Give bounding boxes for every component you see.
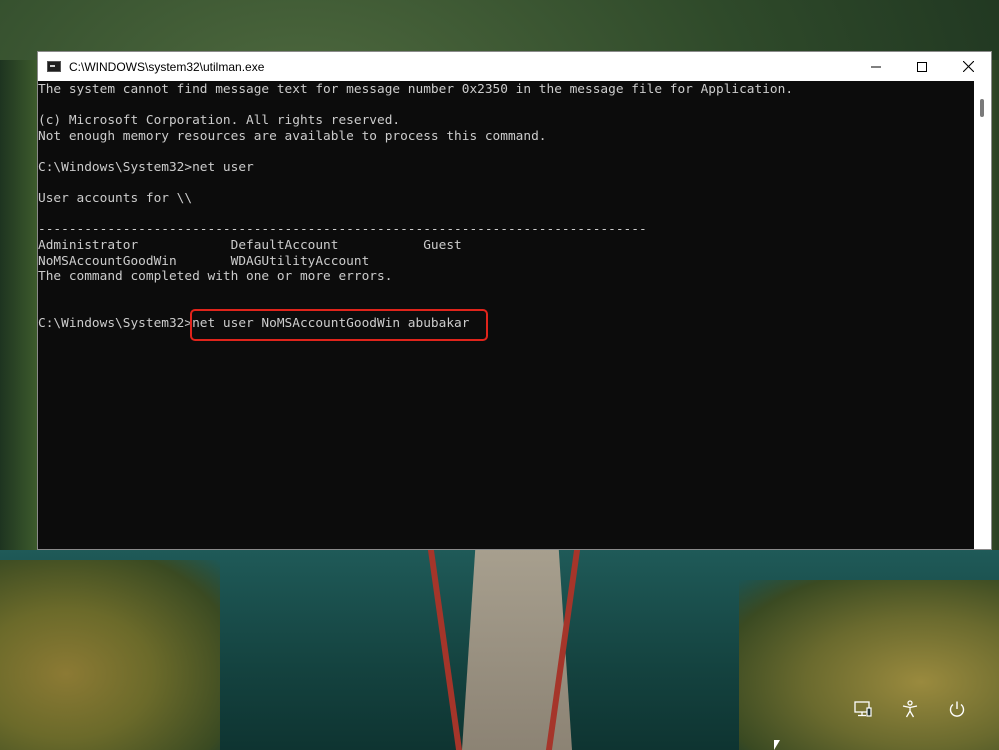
console-line: (c) Microsoft Corporation. All rights re…	[38, 113, 401, 129]
accessibility-icon	[902, 700, 918, 718]
power-icon	[949, 701, 965, 717]
console-line: Administrator DefaultAccount Guest	[38, 237, 462, 253]
maximize-button[interactable]	[899, 52, 945, 81]
title-bar[interactable]: C:\WINDOWS\system32\utilman.exe	[38, 52, 991, 82]
console-line: ----------------------------------------…	[38, 222, 647, 238]
console-line: The command completed with one or more e…	[38, 269, 393, 285]
power-button[interactable]	[944, 696, 970, 722]
window-title: C:\WINDOWS\system32\utilman.exe	[69, 59, 265, 74]
console-line: Not enough memory resources are availabl…	[38, 128, 547, 144]
vertical-scrollbar[interactable]	[974, 81, 991, 549]
accessibility-button[interactable]	[897, 696, 923, 722]
minimize-icon	[871, 66, 881, 67]
console-line: NoMSAccountGoodWin WDAGUtilityAccount	[38, 253, 370, 269]
minimize-button[interactable]	[853, 52, 899, 81]
console-lines: The system cannot find message text for …	[38, 81, 975, 332]
console-line: The system cannot find message text for …	[38, 82, 794, 97]
console-line: User accounts for \\	[38, 191, 193, 207]
console-window[interactable]: C:\WINDOWS\system32\utilman.exe The syst…	[37, 51, 992, 550]
close-button[interactable]	[945, 52, 991, 81]
close-icon	[962, 61, 974, 72]
command-highlight-box	[190, 309, 488, 341]
console-app-icon[interactable]	[47, 61, 61, 72]
network-icon	[854, 701, 872, 717]
console-line: C:\Windows\System32>net user	[38, 159, 254, 175]
console-output[interactable]: The system cannot find message text for …	[38, 81, 975, 549]
network-button[interactable]	[850, 696, 876, 722]
mouse-cursor	[774, 740, 786, 750]
wallpaper-tree-right	[739, 580, 999, 750]
console-line: C:\Windows\System32>net user NoMSAccount…	[38, 315, 470, 331]
window-controls	[853, 52, 991, 81]
scrollbar-thumb[interactable]	[980, 99, 984, 117]
maximize-icon	[917, 61, 927, 72]
wallpaper-tree-left	[0, 560, 220, 750]
